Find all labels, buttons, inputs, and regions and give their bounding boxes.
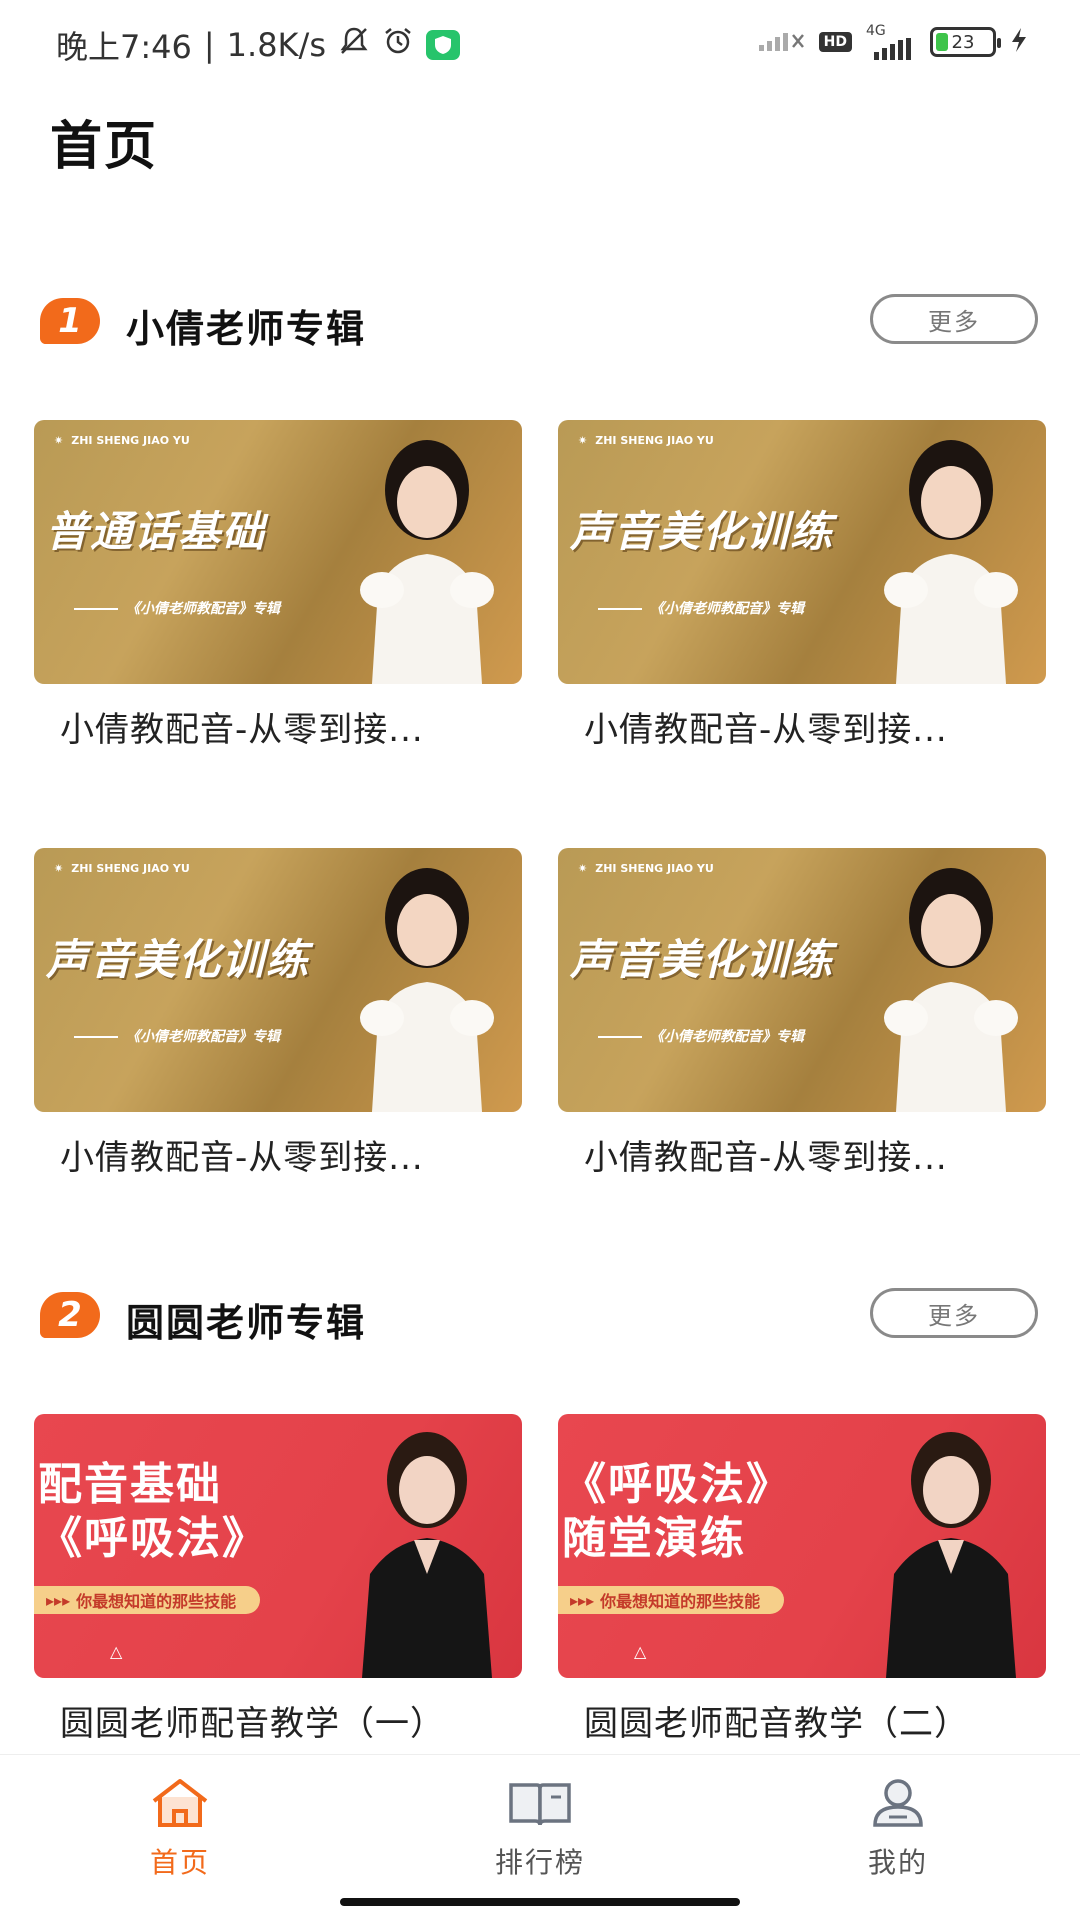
tab-ranking[interactable]: 排行榜 bbox=[460, 1777, 620, 1881]
tab-mine[interactable]: 我的 bbox=[818, 1777, 978, 1881]
teacher-photo bbox=[884, 440, 1018, 684]
thumb-brand: ✷ ZHI SHENG JIAO YU bbox=[578, 434, 714, 447]
section-header-2: 2 圆圆老师专辑 更多 bbox=[0, 1270, 1080, 1360]
sparkle-icon: ✷ bbox=[578, 434, 588, 447]
card-thumbnail[interactable]: ✷ ZHI SHENG JIAO YU 声音美化训练 《小倩老师教配音》专辑 bbox=[34, 848, 522, 1112]
status-right: HD 4G 23 bbox=[757, 24, 1028, 60]
alarm-icon bbox=[382, 25, 414, 65]
more-button[interactable]: 更多 bbox=[870, 294, 1038, 344]
album-card[interactable]: ✷ ZHI SHENG JIAO YU 声音美化训练 《小倩老师教配音》专辑 小倩… bbox=[558, 848, 1046, 1179]
sparkle-icon: ✷ bbox=[54, 862, 64, 875]
thumb-subtitle: 《小倩老师教配音》专辑 bbox=[598, 1026, 804, 1046]
charging-icon bbox=[1010, 27, 1028, 58]
arrows-icon: ▸▸▸ bbox=[570, 1590, 595, 1610]
section-title: 小倩老师专辑 bbox=[126, 307, 367, 351]
section-header-1: 1 小倩老师专辑 更多 bbox=[0, 276, 1080, 366]
card-thumbnail[interactable]: ✷ ZHI SHENG JIAO YU 声音美化训练 《小倩老师教配音》专辑 bbox=[558, 420, 1046, 684]
status-divider: | bbox=[203, 26, 215, 64]
teacher-photo bbox=[360, 868, 494, 1112]
thumb-title: 配音基础 《呼吸法》 bbox=[38, 1459, 268, 1564]
thumb-title: 《呼吸法》 随堂演练 bbox=[562, 1459, 792, 1564]
user-icon bbox=[869, 1777, 927, 1833]
section-number-badge: 2 bbox=[40, 1292, 100, 1338]
page-title: 首页 bbox=[50, 117, 159, 177]
tab-label: 我的 bbox=[867, 1846, 928, 1879]
tab-label: 首页 bbox=[149, 1846, 210, 1879]
card-caption[interactable]: 小倩教配音-从零到接... bbox=[34, 1130, 522, 1179]
card-caption[interactable]: 小倩教配音-从零到接... bbox=[34, 702, 522, 751]
card-thumbnail[interactable]: 配音基础 《呼吸法》 ▸▸▸ 你最想知道的那些技能 △ bbox=[34, 1414, 522, 1678]
hd-badge: HD bbox=[818, 32, 852, 52]
thumb-tag: ▸▸▸ 你最想知道的那些技能 bbox=[34, 1586, 261, 1614]
thumb-brand: ✷ ZHI SHENG JIAO YU bbox=[54, 862, 190, 875]
network-type: 4G bbox=[866, 23, 886, 39]
thumb-subtitle: 《小倩老师教配音》专辑 bbox=[598, 598, 804, 618]
album-card[interactable]: 配音基础 《呼吸法》 ▸▸▸ 你最想知道的那些技能 △ 圆圆老师配音教学（一） bbox=[34, 1414, 522, 1745]
status-bar: 晚上7:46 | 1.8K/s HD 4G 23 bbox=[0, 0, 1080, 92]
home-indicator[interactable] bbox=[340, 1898, 740, 1906]
teacher-photo bbox=[884, 868, 1018, 1112]
battery-level: 23 bbox=[951, 31, 975, 53]
teacher-photo bbox=[886, 1432, 1016, 1678]
sparkle-icon: ✷ bbox=[578, 862, 588, 875]
wifi-signal-icon bbox=[757, 27, 805, 58]
status-speed: 1.8K/s bbox=[226, 26, 326, 64]
section-number-badge: 1 bbox=[40, 298, 100, 344]
tab-label: 排行榜 bbox=[494, 1846, 585, 1879]
sparkle-icon: ✷ bbox=[54, 434, 64, 447]
more-button[interactable]: 更多 bbox=[870, 1288, 1038, 1338]
triangle-icon: △ bbox=[110, 1642, 123, 1661]
thumb-brand: ✷ ZHI SHENG JIAO YU bbox=[578, 862, 714, 875]
album-card[interactable]: ✷ ZHI SHENG JIAO YU 声音美化训练 《小倩老师教配音》专辑 小倩… bbox=[558, 420, 1046, 751]
card-caption[interactable]: 小倩教配音-从零到接... bbox=[558, 1130, 1046, 1179]
thumb-title: 声音美化训练 bbox=[46, 935, 311, 984]
shield-icon bbox=[425, 30, 460, 60]
card-thumbnail[interactable]: ✷ ZHI SHENG JIAO YU 普通话基础 《小倩老师教配音》专辑 bbox=[34, 420, 522, 684]
thumb-title: 普通话基础 bbox=[46, 507, 267, 556]
triangle-icon: △ bbox=[634, 1642, 647, 1661]
thumb-subtitle: 《小倩老师教配音》专辑 bbox=[74, 1026, 280, 1046]
section-title: 圆圆老师专辑 bbox=[126, 1301, 367, 1345]
album-card[interactable]: ✷ ZHI SHENG JIAO YU 声音美化训练 《小倩老师教配音》专辑 小倩… bbox=[34, 848, 522, 1179]
tab-home[interactable]: 首页 bbox=[100, 1777, 260, 1881]
home-icon bbox=[148, 1777, 212, 1833]
teacher-photo bbox=[362, 1432, 492, 1678]
status-left: 晚上7:46 | 1.8K/s bbox=[56, 22, 460, 68]
book-icon bbox=[507, 1777, 573, 1833]
card-caption[interactable]: 小倩教配音-从零到接... bbox=[558, 702, 1046, 751]
card-thumbnail[interactable]: 《呼吸法》 随堂演练 ▸▸▸ 你最想知道的那些技能 △ bbox=[558, 1414, 1046, 1678]
battery-icon: 23 bbox=[930, 27, 1001, 57]
album-card[interactable]: 《呼吸法》 随堂演练 ▸▸▸ 你最想知道的那些技能 △ 圆圆老师配音教学（二） bbox=[558, 1414, 1046, 1745]
status-time: 晚上7:46 bbox=[56, 28, 192, 66]
card-caption[interactable]: 圆圆老师配音教学（一） bbox=[34, 1696, 522, 1745]
card-caption[interactable]: 圆圆老师配音教学（二） bbox=[558, 1696, 1046, 1745]
card-thumbnail[interactable]: ✷ ZHI SHENG JIAO YU 声音美化训练 《小倩老师教配音》专辑 bbox=[558, 848, 1046, 1112]
arrows-icon: ▸▸▸ bbox=[46, 1590, 71, 1610]
bottom-tab-bar: 首页 排行榜 我的 bbox=[0, 1754, 1080, 1920]
thumb-brand: ✷ ZHI SHENG JIAO YU bbox=[54, 434, 190, 447]
thumb-title: 声音美化训练 bbox=[570, 935, 835, 984]
thumb-subtitle: 《小倩老师教配音》专辑 bbox=[74, 598, 280, 618]
mute-bell-icon bbox=[338, 25, 370, 65]
thumb-title: 声音美化训练 bbox=[570, 507, 835, 556]
cell-signal-icon: 4G bbox=[866, 24, 916, 60]
album-card[interactable]: ✷ ZHI SHENG JIAO YU 普通话基础 《小倩老师教配音》专辑 小倩教… bbox=[34, 420, 522, 751]
thumb-tag: ▸▸▸ 你最想知道的那些技能 bbox=[558, 1586, 785, 1614]
teacher-photo bbox=[360, 440, 494, 684]
